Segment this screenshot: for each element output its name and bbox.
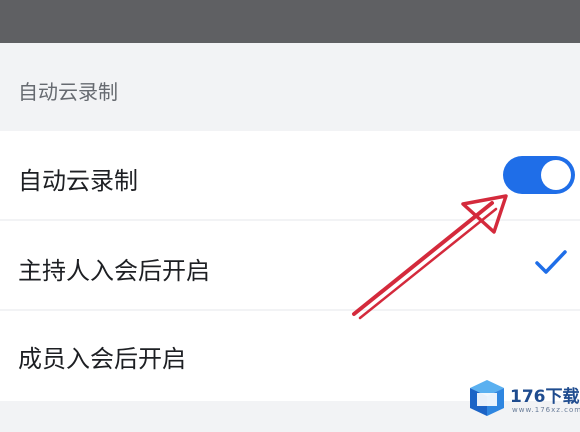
section-header: 自动云录制: [0, 43, 580, 131]
section-title: 自动云录制: [18, 80, 118, 104]
toggle-knob: [541, 160, 571, 190]
checkmark-icon: [535, 250, 567, 274]
auto-cloud-record-toggle[interactable]: [503, 156, 575, 194]
watermark: 176下载网 www.176xz.com: [468, 378, 580, 426]
setting-row-auto-cloud-record[interactable]: 自动云录制: [0, 131, 580, 219]
settings-card: 自动云录制 主持人入会后开启 成员入会后开启: [0, 131, 580, 401]
top-bar: [0, 0, 580, 43]
watermark-brand: 176下载网: [510, 387, 580, 407]
option-label-host-join: 主持人入会后开启: [18, 257, 210, 285]
cube-logo-icon: [470, 380, 504, 416]
setting-label-auto-cloud-record: 自动云录制: [18, 167, 138, 195]
option-label-member-join: 成员入会后开启: [18, 345, 186, 373]
option-row-host-join[interactable]: 主持人入会后开启: [0, 221, 580, 309]
watermark-url: www.176xz.com: [512, 406, 580, 414]
